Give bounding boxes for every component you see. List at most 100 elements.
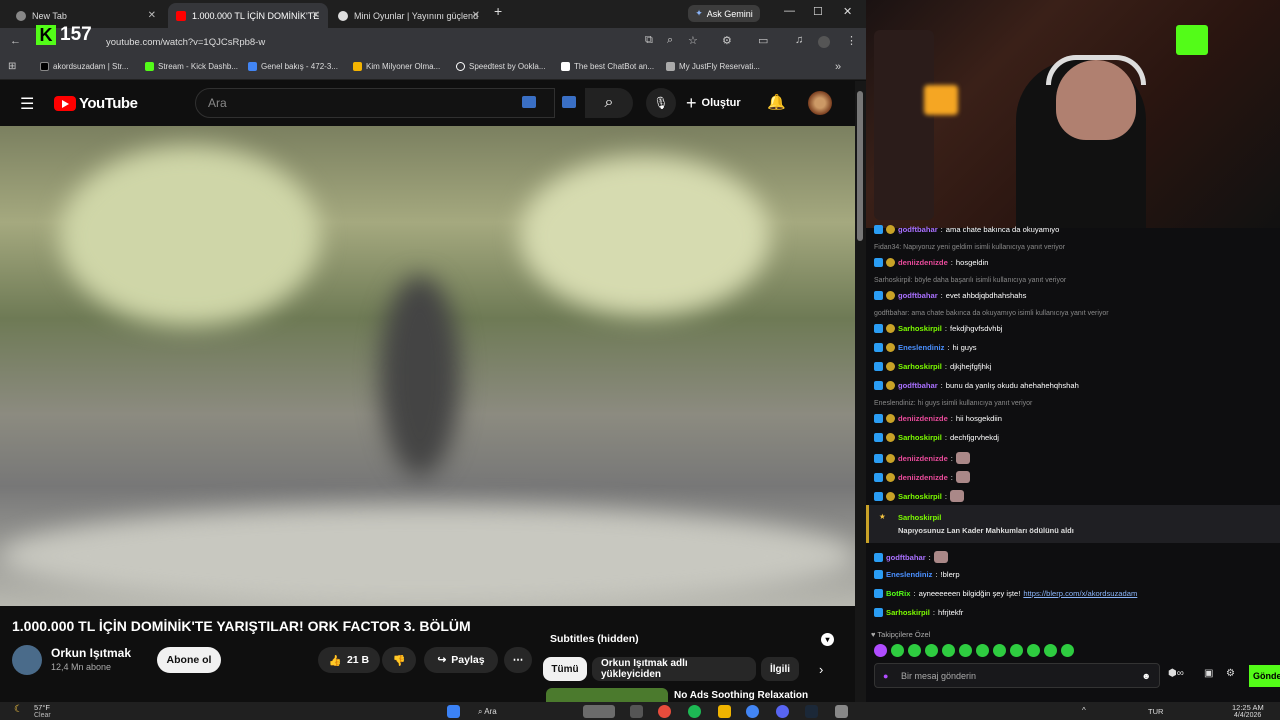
- chip-related[interactable]: İlgili: [761, 657, 799, 681]
- discord-icon[interactable]: [776, 705, 789, 718]
- weather-temp[interactable]: 57°F: [34, 703, 50, 712]
- emote-icon[interactable]: [925, 644, 938, 657]
- voice-search-button[interactable]: 🎙: [646, 88, 676, 118]
- search-button[interactable]: ⌕: [585, 88, 633, 118]
- tab-youtube[interactable]: 1.000.000 TL İÇİN DOMİNİK'TE ✕: [168, 3, 328, 28]
- language-indicator[interactable]: TUR: [1148, 707, 1163, 716]
- address-bar[interactable]: youtube.com/watch?v=1QJCsRpb8-w: [90, 33, 710, 52]
- task-view-icon[interactable]: [630, 705, 643, 718]
- app-icon[interactable]: [658, 705, 671, 718]
- maximize-icon[interactable]: ☐: [813, 5, 823, 18]
- back-icon[interactable]: ←: [10, 35, 21, 47]
- bookmark-item[interactable]: Stream - Kick Dashb...: [145, 62, 238, 71]
- emote-bar[interactable]: [874, 644, 1074, 657]
- chat-username[interactable]: deniizdenizde: [898, 414, 948, 423]
- chat-username[interactable]: Sarhoskirpil: [898, 433, 942, 442]
- store-icon[interactable]: ▣: [1204, 668, 1213, 679]
- chat-username[interactable]: Sarhoskirpil: [898, 362, 942, 371]
- chat-username[interactable]: Sarhoskirpil: [898, 324, 942, 333]
- media-icon[interactable]: ♫: [795, 34, 803, 46]
- emote-icon[interactable]: [959, 644, 972, 657]
- recommendation-title[interactable]: No Ads Soothing Relaxation: [674, 690, 808, 701]
- zoom-icon[interactable]: ⌕: [667, 34, 673, 47]
- bookmark-item[interactable]: akordsuzadam | Str...: [40, 62, 128, 71]
- emote-icon[interactable]: [891, 644, 904, 657]
- bookmark-item[interactable]: Speedtest by Ookla...: [456, 62, 546, 71]
- bookmark-item[interactable]: Genel bakış - 472-3...: [248, 62, 338, 71]
- points-icon[interactable]: ⬢∞: [1168, 668, 1184, 679]
- chat-input[interactable]: ● Bir mesaj gönderin ☻: [874, 663, 1160, 688]
- emote-icon[interactable]: [908, 644, 921, 657]
- chat-username[interactable]: Eneslendiniz: [886, 570, 932, 579]
- close-icon[interactable]: ✕: [312, 10, 320, 21]
- emote-icon[interactable]: [874, 644, 887, 657]
- chat-link[interactable]: https://blerp.com/x/akordsuzadam: [1023, 589, 1137, 598]
- ask-gemini-button[interactable]: ✦ Ask Gemini: [688, 5, 760, 22]
- chat-username[interactable]: Sarhoskirpil: [898, 492, 942, 501]
- redeem-user[interactable]: Sarhoskirpil: [898, 513, 941, 522]
- share-button[interactable]: ↪ Paylaş: [424, 647, 498, 673]
- hamburger-menu-icon[interactable]: ☰: [20, 94, 34, 114]
- channel-name[interactable]: Orkun Işıtmak: [51, 646, 131, 660]
- chat-username[interactable]: deniizdenizde: [898, 258, 948, 267]
- bookmark-item[interactable]: The best ChatBot an...: [561, 62, 654, 71]
- settings-icon[interactable]: ⚙: [1226, 668, 1235, 679]
- emote-icon[interactable]: [1027, 644, 1040, 657]
- steam-icon[interactable]: [805, 705, 818, 718]
- windows-start-icon[interactable]: [447, 705, 460, 718]
- recommendation-thumbnail[interactable]: [546, 688, 668, 702]
- bookmark-star-icon[interactable]: ☆: [688, 34, 698, 47]
- like-button[interactable]: 👍 21 B: [318, 647, 380, 673]
- chat-username[interactable]: godftbahar: [898, 381, 938, 390]
- emote-icon[interactable]: [942, 644, 955, 657]
- app-icon[interactable]: [835, 705, 848, 718]
- profile-icon[interactable]: [818, 36, 830, 48]
- apps-icon[interactable]: ⊞: [8, 61, 16, 72]
- avatar[interactable]: [808, 91, 832, 115]
- bookmark-item[interactable]: My JustFly Reservati...: [666, 62, 760, 71]
- explorer-icon[interactable]: [718, 705, 731, 718]
- chat-username[interactable]: Sarhoskirpil: [886, 608, 930, 617]
- chip-uploader[interactable]: Orkun Işıtmak adlı yükleyiciden: [592, 657, 756, 681]
- chevron-right-icon[interactable]: ›: [819, 662, 823, 677]
- translate-icon[interactable]: [522, 96, 536, 108]
- spotify-icon[interactable]: [688, 705, 701, 718]
- new-tab-button[interactable]: +: [494, 3, 502, 19]
- search-input[interactable]: Ara: [195, 88, 555, 118]
- emoji-icon[interactable]: ☻: [1142, 671, 1151, 681]
- chat-username[interactable]: deniizdenizde: [898, 454, 948, 463]
- emote-icon[interactable]: [1010, 644, 1023, 657]
- tab-mini-oyunlar[interactable]: Mini Oyunlar | Yayınını güçlend ✕: [330, 3, 488, 28]
- sidepanel-icon[interactable]: ▭: [758, 34, 768, 47]
- chat-username[interactable]: Eneslendiniz: [898, 343, 944, 352]
- chat-username[interactable]: deniizdenizde: [898, 473, 948, 482]
- scrollbar-thumb[interactable]: [857, 91, 863, 241]
- menu-icon[interactable]: ⋮: [846, 34, 857, 47]
- emote-icon[interactable]: [1044, 644, 1057, 657]
- more-actions-button[interactable]: ⋯: [504, 647, 532, 673]
- send-button[interactable]: Gönder: [1249, 665, 1280, 687]
- chat-username[interactable]: godftbahar: [898, 225, 938, 234]
- search-highlight[interactable]: [583, 705, 615, 718]
- extension-icon[interactable]: [562, 96, 576, 108]
- emote-icon[interactable]: [1061, 644, 1074, 657]
- chat-username[interactable]: godftbahar: [886, 553, 926, 562]
- scrollbar[interactable]: [855, 81, 866, 702]
- create-button[interactable]: + Oluştur: [686, 90, 741, 116]
- chevron-down-icon[interactable]: ▾: [821, 632, 834, 646]
- chip-all[interactable]: Tümü: [543, 657, 587, 681]
- taskbar-search[interactable]: ⌕ Ara: [478, 707, 497, 717]
- chat-username[interactable]: godftbahar: [898, 291, 938, 300]
- subtitles-panel[interactable]: Subtitles (hidden) ▾: [542, 627, 840, 651]
- video-player[interactable]: [0, 126, 855, 606]
- extensions-icon[interactable]: ⚙: [722, 34, 732, 47]
- youtube-logo[interactable]: YouTube: [54, 95, 138, 112]
- clock-time[interactable]: 12:25 AM: [1232, 703, 1264, 712]
- chrome-icon[interactable]: [746, 705, 759, 718]
- tray-chevron-icon[interactable]: ^: [1082, 706, 1086, 715]
- channel-avatar[interactable]: [12, 645, 42, 675]
- bookmark-item[interactable]: Kim Milyoner Olma...: [353, 62, 440, 71]
- install-icon[interactable]: ⧉: [645, 34, 653, 47]
- emote-icon[interactable]: [993, 644, 1006, 657]
- bell-icon[interactable]: 🔔: [767, 93, 786, 111]
